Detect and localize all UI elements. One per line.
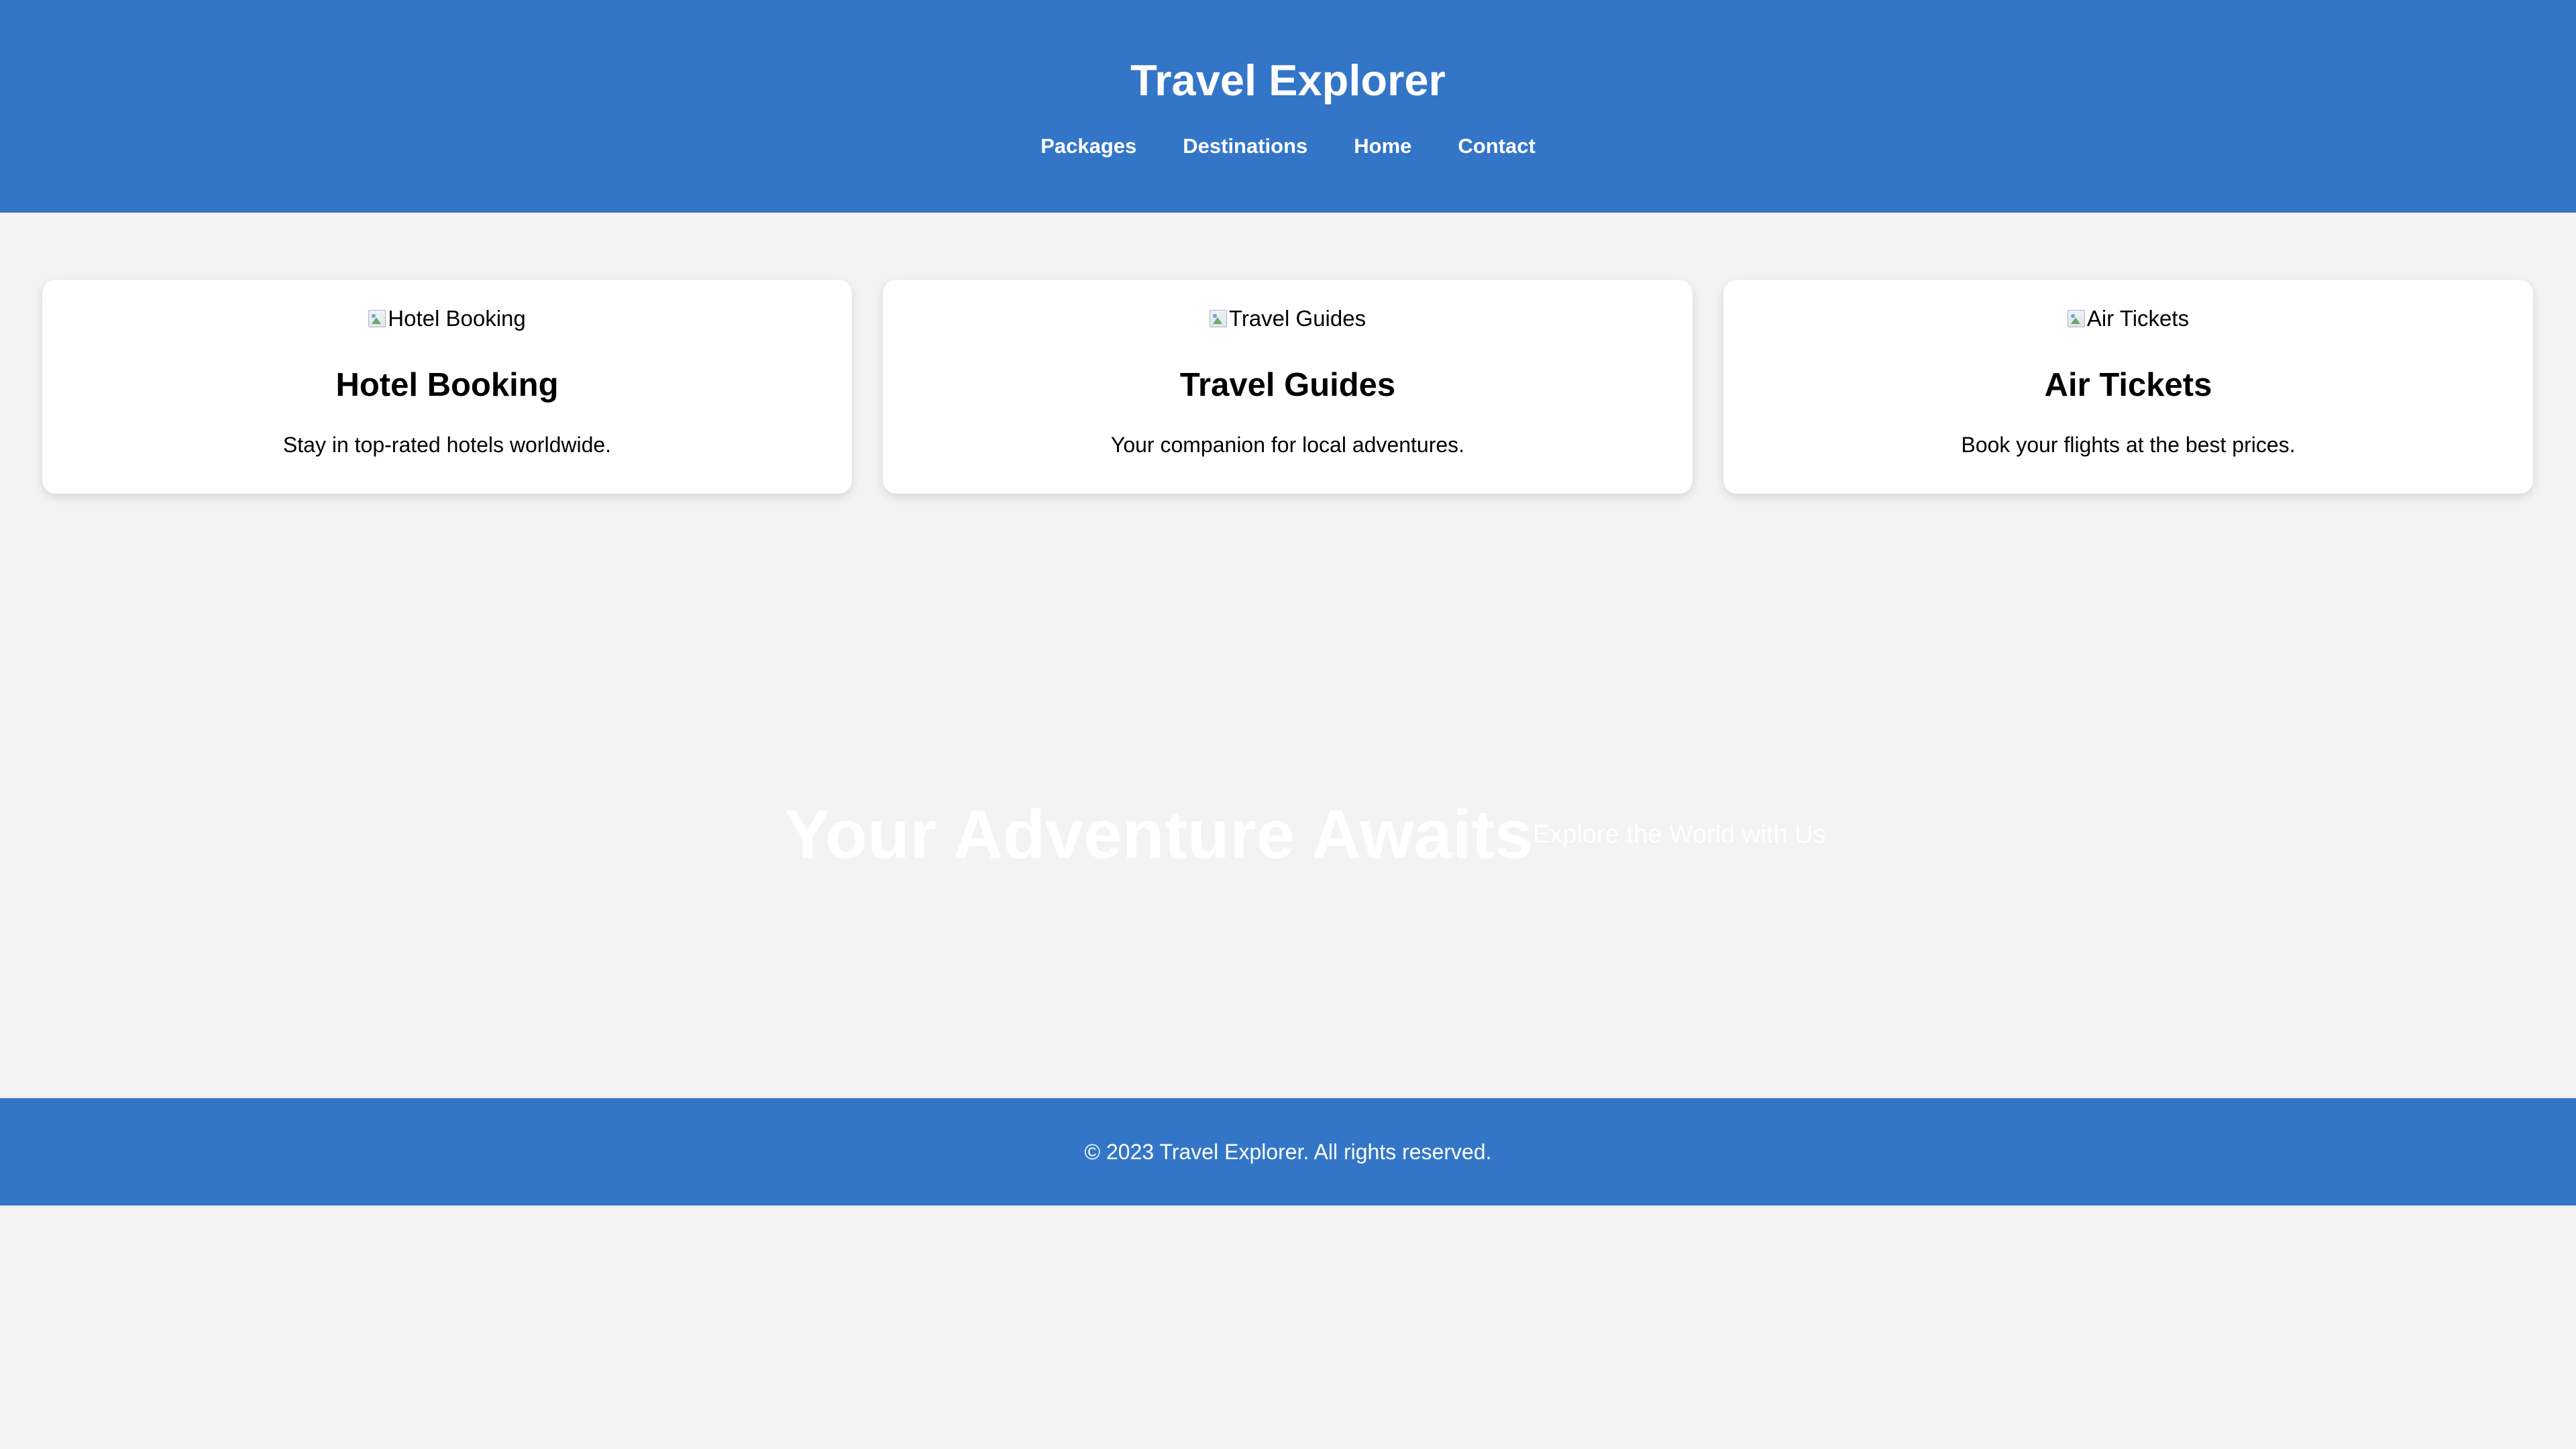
broken-image-icon xyxy=(2067,310,2085,327)
nav-link-destinations[interactable]: Destinations xyxy=(1183,132,1307,160)
nav-link-contact[interactable]: Contact xyxy=(1458,132,1535,160)
hotel-booking-image: Hotel Booking xyxy=(42,304,852,333)
service-card-title: Hotel Booking xyxy=(335,367,559,403)
broken-image-icon xyxy=(1209,310,1227,327)
service-card-description: Stay in top-rated hotels worldwide. xyxy=(282,433,612,457)
service-card-description: Your companion for local adventures. xyxy=(1110,433,1465,457)
site-title: Travel Explorer xyxy=(1130,56,1446,105)
broken-image-placeholder: Air Tickets xyxy=(2067,304,2190,333)
broken-image-placeholder: Travel Guides xyxy=(1209,304,1366,333)
hero-section: Your Adventure Awaits Explore the World … xyxy=(0,494,2576,1098)
air-tickets-image: Air Tickets xyxy=(1723,304,2533,333)
site-footer: © 2023 Travel Explorer. All rights reser… xyxy=(0,1098,2576,1205)
broken-image-icon xyxy=(368,310,386,327)
hero-title: Your Adventure Awaits xyxy=(784,796,1534,873)
main-navigation: Packages Destinations Home Contact xyxy=(0,132,2576,160)
hero-content: Your Adventure Awaits Explore the World … xyxy=(784,794,1826,875)
broken-image-placeholder: Hotel Booking xyxy=(368,304,526,333)
hero-subtitle: Explore the World with Us xyxy=(1533,820,1826,849)
image-alt-text: Travel Guides xyxy=(1228,306,1366,331)
service-card-title: Travel Guides xyxy=(1179,367,1396,403)
image-alt-text: Hotel Booking xyxy=(388,306,526,331)
footer-copyright: © 2023 Travel Explorer. All rights reser… xyxy=(1084,1140,1492,1164)
service-card-description: Book your flights at the best prices. xyxy=(1961,433,2296,457)
nav-link-packages[interactable]: Packages xyxy=(1040,132,1136,160)
service-card-air-tickets: Air Tickets Air Tickets Book your flight… xyxy=(1723,280,2533,494)
nav-link-home[interactable]: Home xyxy=(1354,132,1411,160)
site-header: Travel Explorer Packages Destinations Ho… xyxy=(0,0,2576,213)
service-card-title: Air Tickets xyxy=(2044,367,2212,403)
image-alt-text: Air Tickets xyxy=(2086,306,2190,331)
service-card-travel-guides: Travel Guides Travel Guides Your compani… xyxy=(883,280,1693,494)
service-card-hotel-booking: Hotel Booking Hotel Booking Stay in top-… xyxy=(42,280,852,494)
travel-guides-image: Travel Guides xyxy=(883,304,1693,333)
